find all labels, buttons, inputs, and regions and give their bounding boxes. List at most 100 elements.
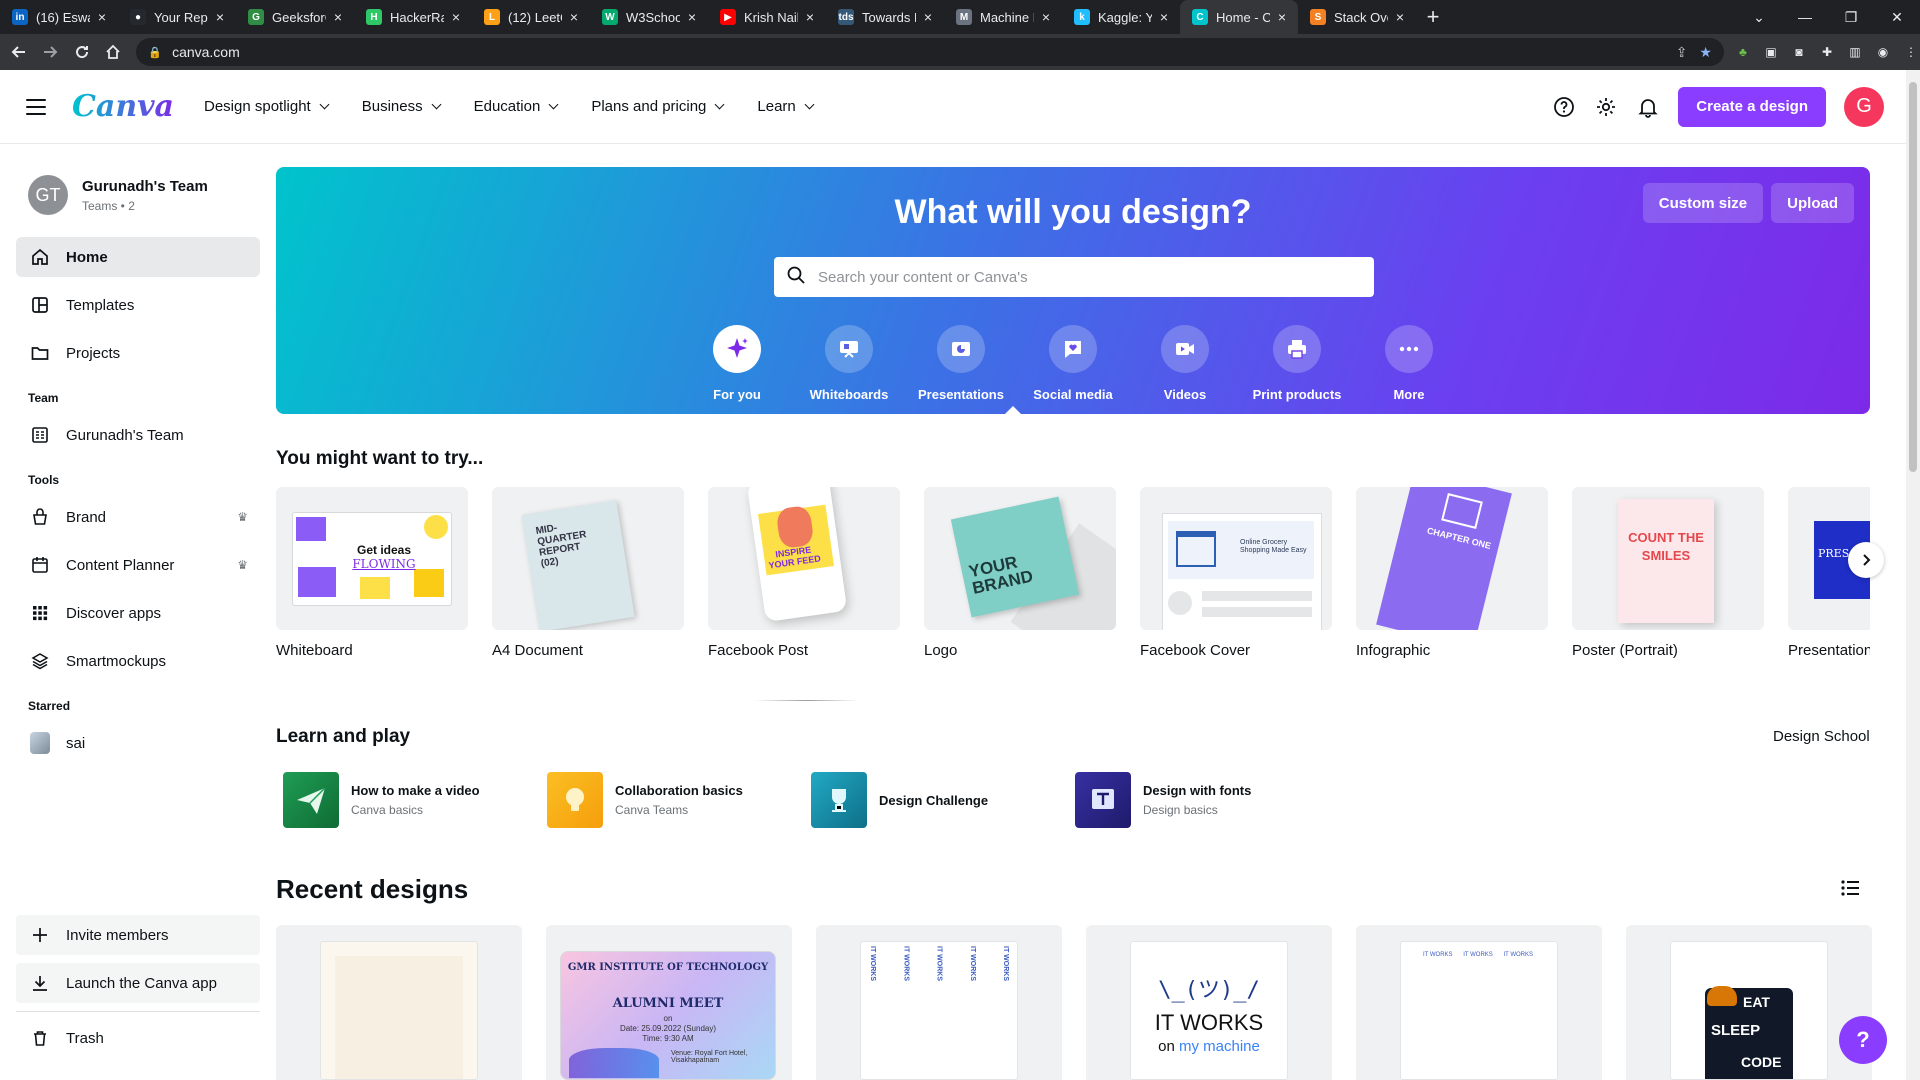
- browser-tab[interactable]: tds Towards Data×: [826, 0, 944, 34]
- sidebar-item-smartmockups[interactable]: Smartmockups: [16, 641, 260, 681]
- nav-learn[interactable]: Learn: [757, 98, 815, 115]
- category-print-products[interactable]: Print products: [1241, 325, 1353, 402]
- team-switcher[interactable]: GT Gurunadh's Team Teams • 2: [0, 145, 276, 215]
- upload-button[interactable]: Upload: [1771, 183, 1854, 223]
- recent-design-card[interactable]: IT WORKS IT WORKS IT WORKS IT WORKS IT W…: [816, 925, 1062, 1080]
- notifications-bell-icon[interactable]: [1636, 95, 1660, 119]
- try-card-poster[interactable]: COUNT THE SMILES Poster (Portrait): [1572, 487, 1764, 659]
- category-for-you[interactable]: For you: [681, 325, 793, 402]
- settings-gear-icon[interactable]: [1594, 95, 1618, 119]
- try-card-a4-document[interactable]: MID-QUARTER REPORT (02) A4 Document: [492, 487, 684, 659]
- browser-tab[interactable]: ● Your Reposito×: [118, 0, 236, 34]
- user-avatar[interactable]: G: [1844, 86, 1884, 127]
- page-scrollbar[interactable]: [1906, 70, 1920, 1080]
- chrome-menu-icon[interactable]: ⋮: [1902, 43, 1920, 61]
- home-button[interactable]: [101, 38, 127, 66]
- hero-search-input[interactable]: Search your content or Canva's: [774, 257, 1374, 297]
- tab-close-icon[interactable]: ×: [1038, 9, 1054, 25]
- close-window-button[interactable]: ✕: [1874, 0, 1920, 34]
- scrollbar-thumb[interactable]: [1909, 82, 1917, 472]
- tab-close-icon[interactable]: ×: [330, 9, 346, 25]
- recent-design-card[interactable]: GMR INSTITUTE OF TECHNOLOGY ALUMNI MEET …: [546, 925, 792, 1080]
- url-field[interactable]: 🔒 canva.com ⇪ ★: [136, 38, 1724, 66]
- side-panel-icon[interactable]: ▥: [1846, 43, 1864, 61]
- category-whiteboards[interactable]: Whiteboards: [793, 325, 905, 402]
- list-view-icon[interactable]: [1841, 880, 1859, 901]
- nav-design-spotlight[interactable]: Design spotlight: [204, 98, 330, 115]
- extension-b-icon[interactable]: ▣: [1762, 43, 1780, 61]
- nav-business[interactable]: Business: [362, 98, 442, 115]
- minimize-button[interactable]: —: [1782, 0, 1828, 34]
- nav-plans-pricing[interactable]: Plans and pricing: [591, 98, 725, 115]
- try-card-infographic[interactable]: CHAPTER ONE Infographic: [1356, 487, 1548, 659]
- launch-app-button[interactable]: Launch the Canva app: [16, 963, 260, 1003]
- create-design-button[interactable]: Create a design: [1678, 86, 1826, 127]
- sidebar-item-templates[interactable]: Templates: [16, 285, 260, 325]
- tab-close-icon[interactable]: ×: [94, 9, 110, 25]
- tab-close-icon[interactable]: ×: [212, 9, 228, 25]
- sidebar-item-discover-apps[interactable]: Discover apps: [16, 593, 260, 633]
- bookmark-star-icon[interactable]: ★: [1699, 44, 1712, 61]
- tab-close-icon[interactable]: ×: [566, 9, 582, 25]
- share-icon[interactable]: ⇪: [1676, 44, 1688, 61]
- recent-design-card[interactable]: [276, 925, 522, 1080]
- new-tab-button[interactable]: +: [1416, 0, 1450, 34]
- browser-tab[interactable]: ▶ Krish Naik - Y×: [708, 0, 826, 34]
- browser-tab[interactable]: k Kaggle: Your×: [1062, 0, 1180, 34]
- category-presentations[interactable]: Presentations: [905, 325, 1017, 402]
- category-more[interactable]: More: [1353, 325, 1465, 402]
- try-card-whiteboard[interactable]: Get ideas FLOWING Whiteboard: [276, 487, 468, 659]
- help-icon[interactable]: [1552, 95, 1576, 119]
- browser-tab[interactable]: M Machine Lear×: [944, 0, 1062, 34]
- extension-camera-icon[interactable]: ◙: [1790, 43, 1808, 61]
- sidebar-item-trash[interactable]: Trash: [16, 1018, 260, 1058]
- browser-tab[interactable]: W W3Schools O×: [590, 0, 708, 34]
- sidebar-item-home[interactable]: Home: [16, 237, 260, 277]
- learn-card-design-challenge[interactable]: Design Challenge: [811, 772, 988, 828]
- invite-members-button[interactable]: Invite members: [16, 915, 260, 955]
- help-fab-button[interactable]: ?: [1839, 1016, 1887, 1064]
- nav-education[interactable]: Education: [474, 98, 559, 115]
- tab-close-icon[interactable]: ×: [920, 9, 936, 25]
- recent-design-card[interactable]: \_(ツ)_/ IT WORKS on my machine: [1086, 925, 1332, 1080]
- learn-card-make-video[interactable]: How to make a video Canva basics: [283, 772, 480, 828]
- learn-card-design-fonts[interactable]: Design with fonts Design basics: [1075, 772, 1251, 828]
- try-card-facebook-post[interactable]: INSPIRE YOUR FEED Facebook Post: [708, 487, 900, 659]
- try-card-facebook-cover[interactable]: Online Grocery Shopping Made Easy Facebo…: [1140, 487, 1332, 659]
- tab-close-icon[interactable]: ×: [448, 9, 464, 25]
- menu-hamburger-icon[interactable]: [26, 98, 46, 115]
- sidebar-item-projects[interactable]: Projects: [16, 333, 260, 373]
- canva-logo[interactable]: Canva: [72, 89, 174, 124]
- recent-design-card[interactable]: IT WORKS IT WORKS IT WORKS: [1356, 925, 1602, 1080]
- tab-close-icon[interactable]: ×: [1274, 9, 1290, 25]
- learn-card-collaboration[interactable]: Collaboration basics Canva Teams: [547, 772, 743, 828]
- tab-close-icon[interactable]: ×: [1156, 9, 1172, 25]
- profile-avatar-icon[interactable]: ◉: [1874, 43, 1892, 61]
- sidebar-item-starred-sai[interactable]: sai: [16, 723, 260, 763]
- browser-tab[interactable]: H HackerRank×: [354, 0, 472, 34]
- browser-tab[interactable]: in (16) Eswar Be×: [0, 0, 118, 34]
- browser-tab[interactable]: S Stack Overflo×: [1298, 0, 1416, 34]
- tab-close-icon[interactable]: ×: [802, 9, 818, 25]
- sidebar-item-brand[interactable]: Brand ♛: [16, 497, 260, 537]
- sidebar-item-content-planner[interactable]: Content Planner ♛: [16, 545, 260, 585]
- design-school-link[interactable]: Design School: [1773, 728, 1870, 745]
- reload-button[interactable]: [69, 38, 95, 66]
- tab-search-icon[interactable]: ⌄: [1736, 0, 1782, 34]
- browser-tab[interactable]: C Home - Canva×: [1180, 0, 1298, 34]
- tab-close-icon[interactable]: ×: [684, 9, 700, 25]
- category-videos[interactable]: Videos: [1129, 325, 1241, 402]
- sidebar-item-team[interactable]: Gurunadh's Team: [16, 415, 260, 455]
- forward-button[interactable]: [38, 38, 64, 66]
- tab-close-icon[interactable]: ×: [1392, 9, 1408, 25]
- try-card-logo[interactable]: YOUR BRAND Logo: [924, 487, 1116, 659]
- restore-button[interactable]: ❐: [1828, 0, 1874, 34]
- extensions-puzzle-icon[interactable]: ✚: [1818, 43, 1836, 61]
- back-button[interactable]: [6, 38, 32, 66]
- recent-design-card[interactable]: EAT SLEEP CODE: [1626, 925, 1872, 1080]
- category-social-media[interactable]: Social media: [1017, 325, 1129, 402]
- browser-tab[interactable]: L (12) LeetCode×: [472, 0, 590, 34]
- extension-tree-icon[interactable]: ♣: [1734, 43, 1752, 61]
- custom-size-button[interactable]: Custom size: [1642, 183, 1764, 223]
- carousel-next-button[interactable]: [1848, 542, 1884, 578]
